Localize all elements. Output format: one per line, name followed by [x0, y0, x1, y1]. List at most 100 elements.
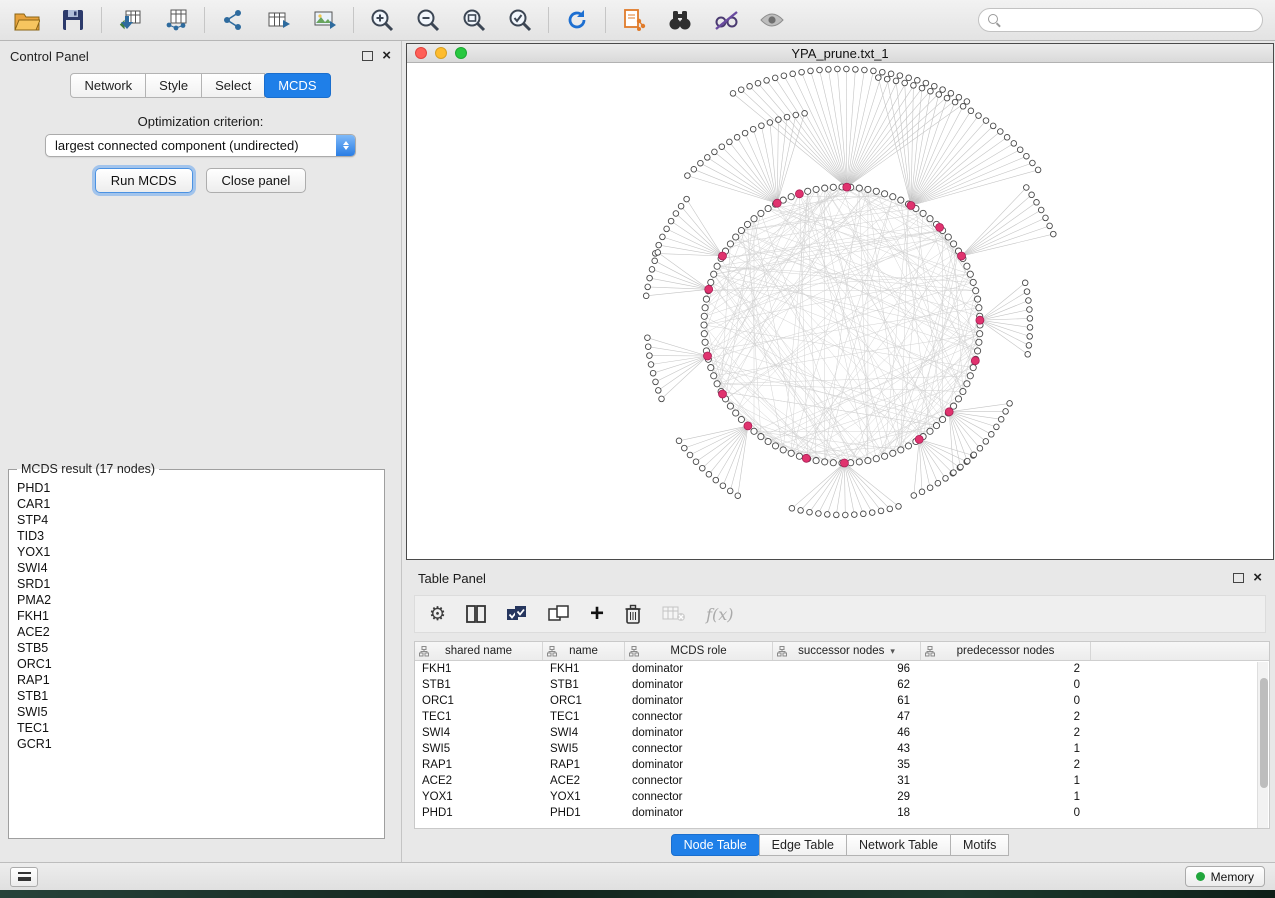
- cell-successor-nodes[interactable]: 35: [773, 757, 921, 773]
- table-row[interactable]: YOX1YOX1connector291: [415, 789, 1269, 805]
- mcds-result-item[interactable]: STB5: [9, 640, 384, 656]
- column-header-successor-nodes[interactable]: successor nodes ▾: [773, 642, 921, 660]
- export-image-button[interactable]: [310, 5, 340, 35]
- save-button[interactable]: [58, 5, 88, 35]
- cell-name[interactable]: SWI4: [543, 725, 625, 741]
- network-canvas[interactable]: [407, 63, 1273, 559]
- cell-predecessor-nodes[interactable]: 2: [921, 725, 1091, 741]
- zoom-selected-button[interactable]: [505, 5, 535, 35]
- cell-successor-nodes[interactable]: 43: [773, 741, 921, 757]
- cell-shared-name[interactable]: ACE2: [415, 773, 543, 789]
- mcds-result-item[interactable]: SWI5: [9, 704, 384, 720]
- mcds-result-item[interactable]: STP4: [9, 512, 384, 528]
- zoom-out-button[interactable]: [413, 5, 443, 35]
- cell-mcds-role[interactable]: connector: [625, 789, 773, 805]
- cell-successor-nodes[interactable]: 18: [773, 805, 921, 821]
- mcds-result-item[interactable]: GCR1: [9, 736, 384, 752]
- cell-name[interactable]: STB1: [543, 677, 625, 693]
- cell-successor-nodes[interactable]: 62: [773, 677, 921, 693]
- search-input[interactable]: [1007, 13, 1253, 27]
- mcds-result-item[interactable]: YOX1: [9, 544, 384, 560]
- cell-successor-nodes[interactable]: 96: [773, 661, 921, 677]
- table-scrollbar[interactable]: [1257, 662, 1268, 828]
- search-box[interactable]: [978, 8, 1263, 32]
- column-header-predecessor-nodes[interactable]: predecessor nodes: [921, 642, 1091, 660]
- cell-predecessor-nodes[interactable]: 1: [921, 741, 1091, 757]
- tab-network[interactable]: Network: [70, 73, 146, 98]
- mcds-result-list[interactable]: PHD1CAR1STP4TID3YOX1SWI4SRD1PMA2FKH1ACE2…: [9, 476, 384, 838]
- cell-name[interactable]: SWI5: [543, 741, 625, 757]
- cell-successor-nodes[interactable]: 46: [773, 725, 921, 741]
- close-table-panel-icon[interactable]: ×: [1253, 572, 1262, 584]
- table-scrollbar-thumb[interactable]: [1260, 678, 1268, 788]
- table-settings-button[interactable]: ⚙: [429, 600, 446, 628]
- column-header-mcds-role[interactable]: MCDS role: [625, 642, 773, 660]
- zoom-fit-button[interactable]: [459, 5, 489, 35]
- tab-mcds[interactable]: MCDS: [264, 73, 330, 98]
- cell-predecessor-nodes[interactable]: 0: [921, 693, 1091, 709]
- export-table-button[interactable]: [264, 5, 294, 35]
- cell-predecessor-nodes[interactable]: 2: [921, 661, 1091, 677]
- mcds-result-item[interactable]: PMA2: [9, 592, 384, 608]
- mcds-result-item[interactable]: RAP1: [9, 672, 384, 688]
- search-binoculars-button[interactable]: [665, 5, 695, 35]
- clear-selection-button[interactable]: [548, 600, 570, 628]
- show-eye-button[interactable]: [757, 5, 787, 35]
- window-minimize-button[interactable]: [435, 47, 447, 59]
- share-document-button[interactable]: [619, 5, 649, 35]
- window-close-button[interactable]: [415, 47, 427, 59]
- hide-glasses-button[interactable]: [711, 5, 741, 35]
- column-menu-icon[interactable]: ▾: [890, 646, 895, 657]
- mcds-result-item[interactable]: ACE2: [9, 624, 384, 640]
- column-header-name[interactable]: name: [543, 642, 625, 660]
- column-header-shared-name[interactable]: shared name: [415, 642, 543, 660]
- mcds-result-item[interactable]: STB1: [9, 688, 384, 704]
- tab-edge-table[interactable]: Edge Table: [759, 834, 847, 856]
- table-row[interactable]: ORC1ORC1dominator610: [415, 693, 1269, 709]
- mcds-result-item[interactable]: ORC1: [9, 656, 384, 672]
- cell-shared-name[interactable]: SWI5: [415, 741, 543, 757]
- tab-motifs[interactable]: Motifs: [950, 834, 1009, 856]
- zoom-in-button[interactable]: [367, 5, 397, 35]
- cell-mcds-role[interactable]: dominator: [625, 757, 773, 773]
- cell-successor-nodes[interactable]: 29: [773, 789, 921, 805]
- cell-mcds-role[interactable]: dominator: [625, 661, 773, 677]
- cell-predecessor-nodes[interactable]: 1: [921, 773, 1091, 789]
- mcds-result-item[interactable]: CAR1: [9, 496, 384, 512]
- close-mcds-panel-button[interactable]: Close panel: [206, 168, 307, 193]
- cell-mcds-role[interactable]: connector: [625, 773, 773, 789]
- cell-successor-nodes[interactable]: 31: [773, 773, 921, 789]
- cell-shared-name[interactable]: FKH1: [415, 661, 543, 677]
- mcds-result-item[interactable]: SRD1: [9, 576, 384, 592]
- mcds-result-item[interactable]: TID3: [9, 528, 384, 544]
- float-panel-icon[interactable]: [362, 51, 373, 61]
- cell-mcds-role[interactable]: dominator: [625, 805, 773, 821]
- cell-mcds-role[interactable]: dominator: [625, 725, 773, 741]
- cell-shared-name[interactable]: TEC1: [415, 709, 543, 725]
- select-all-button[interactable]: [506, 600, 528, 628]
- cell-mcds-role[interactable]: dominator: [625, 677, 773, 693]
- tab-select[interactable]: Select: [201, 73, 265, 98]
- cell-shared-name[interactable]: PHD1: [415, 805, 543, 821]
- mcds-result-item[interactable]: PHD1: [9, 480, 384, 496]
- cell-successor-nodes[interactable]: 47: [773, 709, 921, 725]
- export-network-button[interactable]: [218, 5, 248, 35]
- table-row[interactable]: SWI4SWI4dominator462: [415, 725, 1269, 741]
- cell-predecessor-nodes[interactable]: 0: [921, 805, 1091, 821]
- table-row[interactable]: RAP1RAP1dominator352: [415, 757, 1269, 773]
- cell-predecessor-nodes[interactable]: 2: [921, 757, 1091, 773]
- network-window-titlebar[interactable]: YPA_prune.txt_1: [407, 44, 1273, 63]
- show-columns-button[interactable]: [466, 600, 486, 628]
- delete-row-button[interactable]: [624, 600, 642, 628]
- refresh-view-button[interactable]: [562, 5, 592, 35]
- cell-predecessor-nodes[interactable]: 2: [921, 709, 1091, 725]
- table-row[interactable]: PHD1PHD1dominator180: [415, 805, 1269, 821]
- cell-shared-name[interactable]: RAP1: [415, 757, 543, 773]
- cell-name[interactable]: FKH1: [543, 661, 625, 677]
- cell-shared-name[interactable]: SWI4: [415, 725, 543, 741]
- cell-shared-name[interactable]: STB1: [415, 677, 543, 693]
- cell-name[interactable]: RAP1: [543, 757, 625, 773]
- cell-name[interactable]: ACE2: [543, 773, 625, 789]
- mcds-result-item[interactable]: TEC1: [9, 720, 384, 736]
- criterion-dropdown[interactable]: largest connected component (undirected): [45, 134, 356, 157]
